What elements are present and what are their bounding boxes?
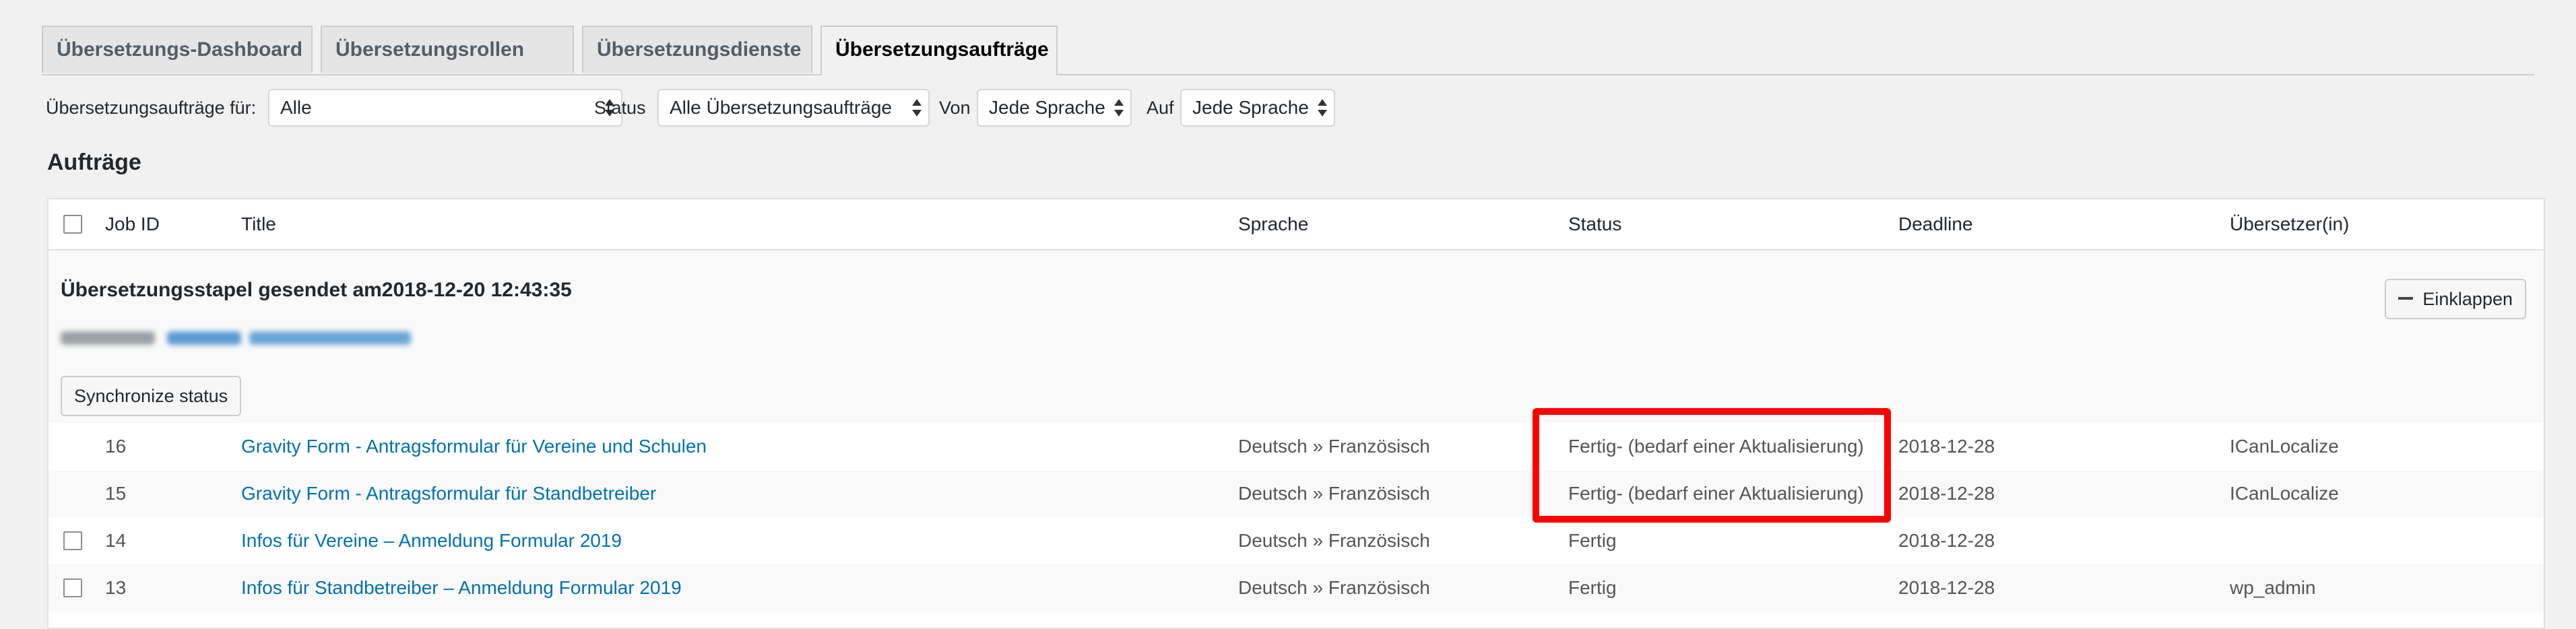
minus-icon xyxy=(2398,296,2414,300)
table-row: 14 Infos für Vereine – Anmeldung Formula… xyxy=(49,517,2544,564)
select-arrows-icon xyxy=(912,98,922,118)
table-header: Job ID Title Sprache Status Deadline Übe… xyxy=(49,199,2544,251)
section-title: Aufträge xyxy=(47,150,141,175)
tab-translation-jobs[interactable]: Übersetzungsaufträge xyxy=(820,26,1058,75)
row-status: Fertig xyxy=(1568,577,1617,598)
filter-for-label: Übersetzungsaufträge für: xyxy=(46,98,257,118)
row-checkbox[interactable] xyxy=(63,531,82,550)
tab-bar: Übersetzungs-Dashboard Übersetzungsrolle… xyxy=(42,26,2534,75)
filter-bar: Übersetzungsaufträge für: Alle Status Al… xyxy=(46,89,2536,127)
row-translator: ICanLocalize xyxy=(2230,436,2339,457)
filter-to-label: Auf xyxy=(1147,98,1174,118)
batch-group: Übersetzungsstapel gesendet am2018-12-20… xyxy=(49,251,2544,423)
row-title-link[interactable]: Gravity Form - Antragsformular für Stand… xyxy=(241,470,656,517)
collapse-button[interactable]: Einklappen xyxy=(2385,279,2526,319)
select-arrows-icon xyxy=(1114,98,1124,118)
row-job-id: 15 xyxy=(105,483,127,504)
row-language: Deutsch » Französisch xyxy=(1238,577,1430,598)
table-row: 13 Infos für Standbetreiber – Anmeldung … xyxy=(49,564,2544,611)
row-deadline: 2018-12-28 xyxy=(1898,577,1995,598)
redacted-text xyxy=(61,330,424,346)
batch-title: Übersetzungsstapel gesendet am2018-12-20… xyxy=(61,279,572,301)
row-checkbox[interactable] xyxy=(63,578,82,597)
filter-from-value: Jede Sprache xyxy=(989,97,1105,118)
row-language: Deutsch » Französisch xyxy=(1238,530,1430,551)
row-job-id: 13 xyxy=(105,577,127,598)
row-job-id: 16 xyxy=(105,436,127,457)
jobs-table: Job ID Title Sprache Status Deadline Übe… xyxy=(47,198,2545,629)
filter-from-label: Von xyxy=(939,98,971,118)
tab-translation-roles[interactable]: Übersetzungsrollen xyxy=(321,26,574,73)
annotation-highlight-box xyxy=(1533,408,1891,523)
select-all-checkbox[interactable] xyxy=(63,215,82,234)
col-language[interactable]: Sprache xyxy=(1238,199,1308,249)
filter-from-select[interactable]: Jede Sprache xyxy=(977,89,1132,127)
filter-status-select[interactable]: Alle Übersetzungsaufträge xyxy=(657,89,930,127)
row-language: Deutsch » Französisch xyxy=(1238,436,1430,457)
row-translator: wp_admin xyxy=(2230,577,2316,598)
filter-for-value: Alle xyxy=(280,97,312,118)
col-deadline[interactable]: Deadline xyxy=(1898,199,1973,249)
row-title-link[interactable]: Gravity Form - Antragsformular für Verei… xyxy=(241,423,707,470)
row-status: Fertig xyxy=(1568,530,1617,551)
tab-translation-dashboard[interactable]: Übersetzungs-Dashboard xyxy=(42,26,313,73)
filter-for-select[interactable]: Alle xyxy=(268,89,622,127)
filter-status-label: Status xyxy=(594,98,646,118)
row-translator: ICanLocalize xyxy=(2230,483,2339,504)
row-job-id: 14 xyxy=(105,530,127,551)
col-job-id[interactable]: Job ID xyxy=(105,199,160,249)
row-deadline: 2018-12-28 xyxy=(1898,483,1995,504)
row-deadline: 2018-12-28 xyxy=(1898,530,1995,551)
filter-status-value: Alle Übersetzungsaufträge xyxy=(670,97,892,118)
col-translator[interactable]: Übersetzer(in) xyxy=(2230,199,2349,249)
col-title[interactable]: Title xyxy=(241,199,276,249)
table-row: 15 Gravity Form - Antragsformular für St… xyxy=(49,470,2544,517)
table-row: 16 Gravity Form - Antragsformular für Ve… xyxy=(49,423,2544,470)
collapse-label: Einklappen xyxy=(2422,289,2513,309)
filter-to-value: Jede Sprache xyxy=(1192,97,1309,118)
filter-to-select[interactable]: Jede Sprache xyxy=(1180,89,1335,127)
col-status[interactable]: Status xyxy=(1568,199,1621,249)
row-deadline: 2018-12-28 xyxy=(1898,436,1995,457)
row-title-link[interactable]: Infos für Standbetreiber – Anmeldung For… xyxy=(241,564,682,611)
synchronize-status-button[interactable]: Synchronize status xyxy=(61,376,242,416)
tab-translation-services[interactable]: Übersetzungsdienste xyxy=(582,26,812,73)
row-title-link[interactable]: Infos für Vereine – Anmeldung Formular 2… xyxy=(241,517,622,564)
select-arrows-icon xyxy=(1318,98,1327,118)
row-language: Deutsch » Französisch xyxy=(1238,483,1430,504)
